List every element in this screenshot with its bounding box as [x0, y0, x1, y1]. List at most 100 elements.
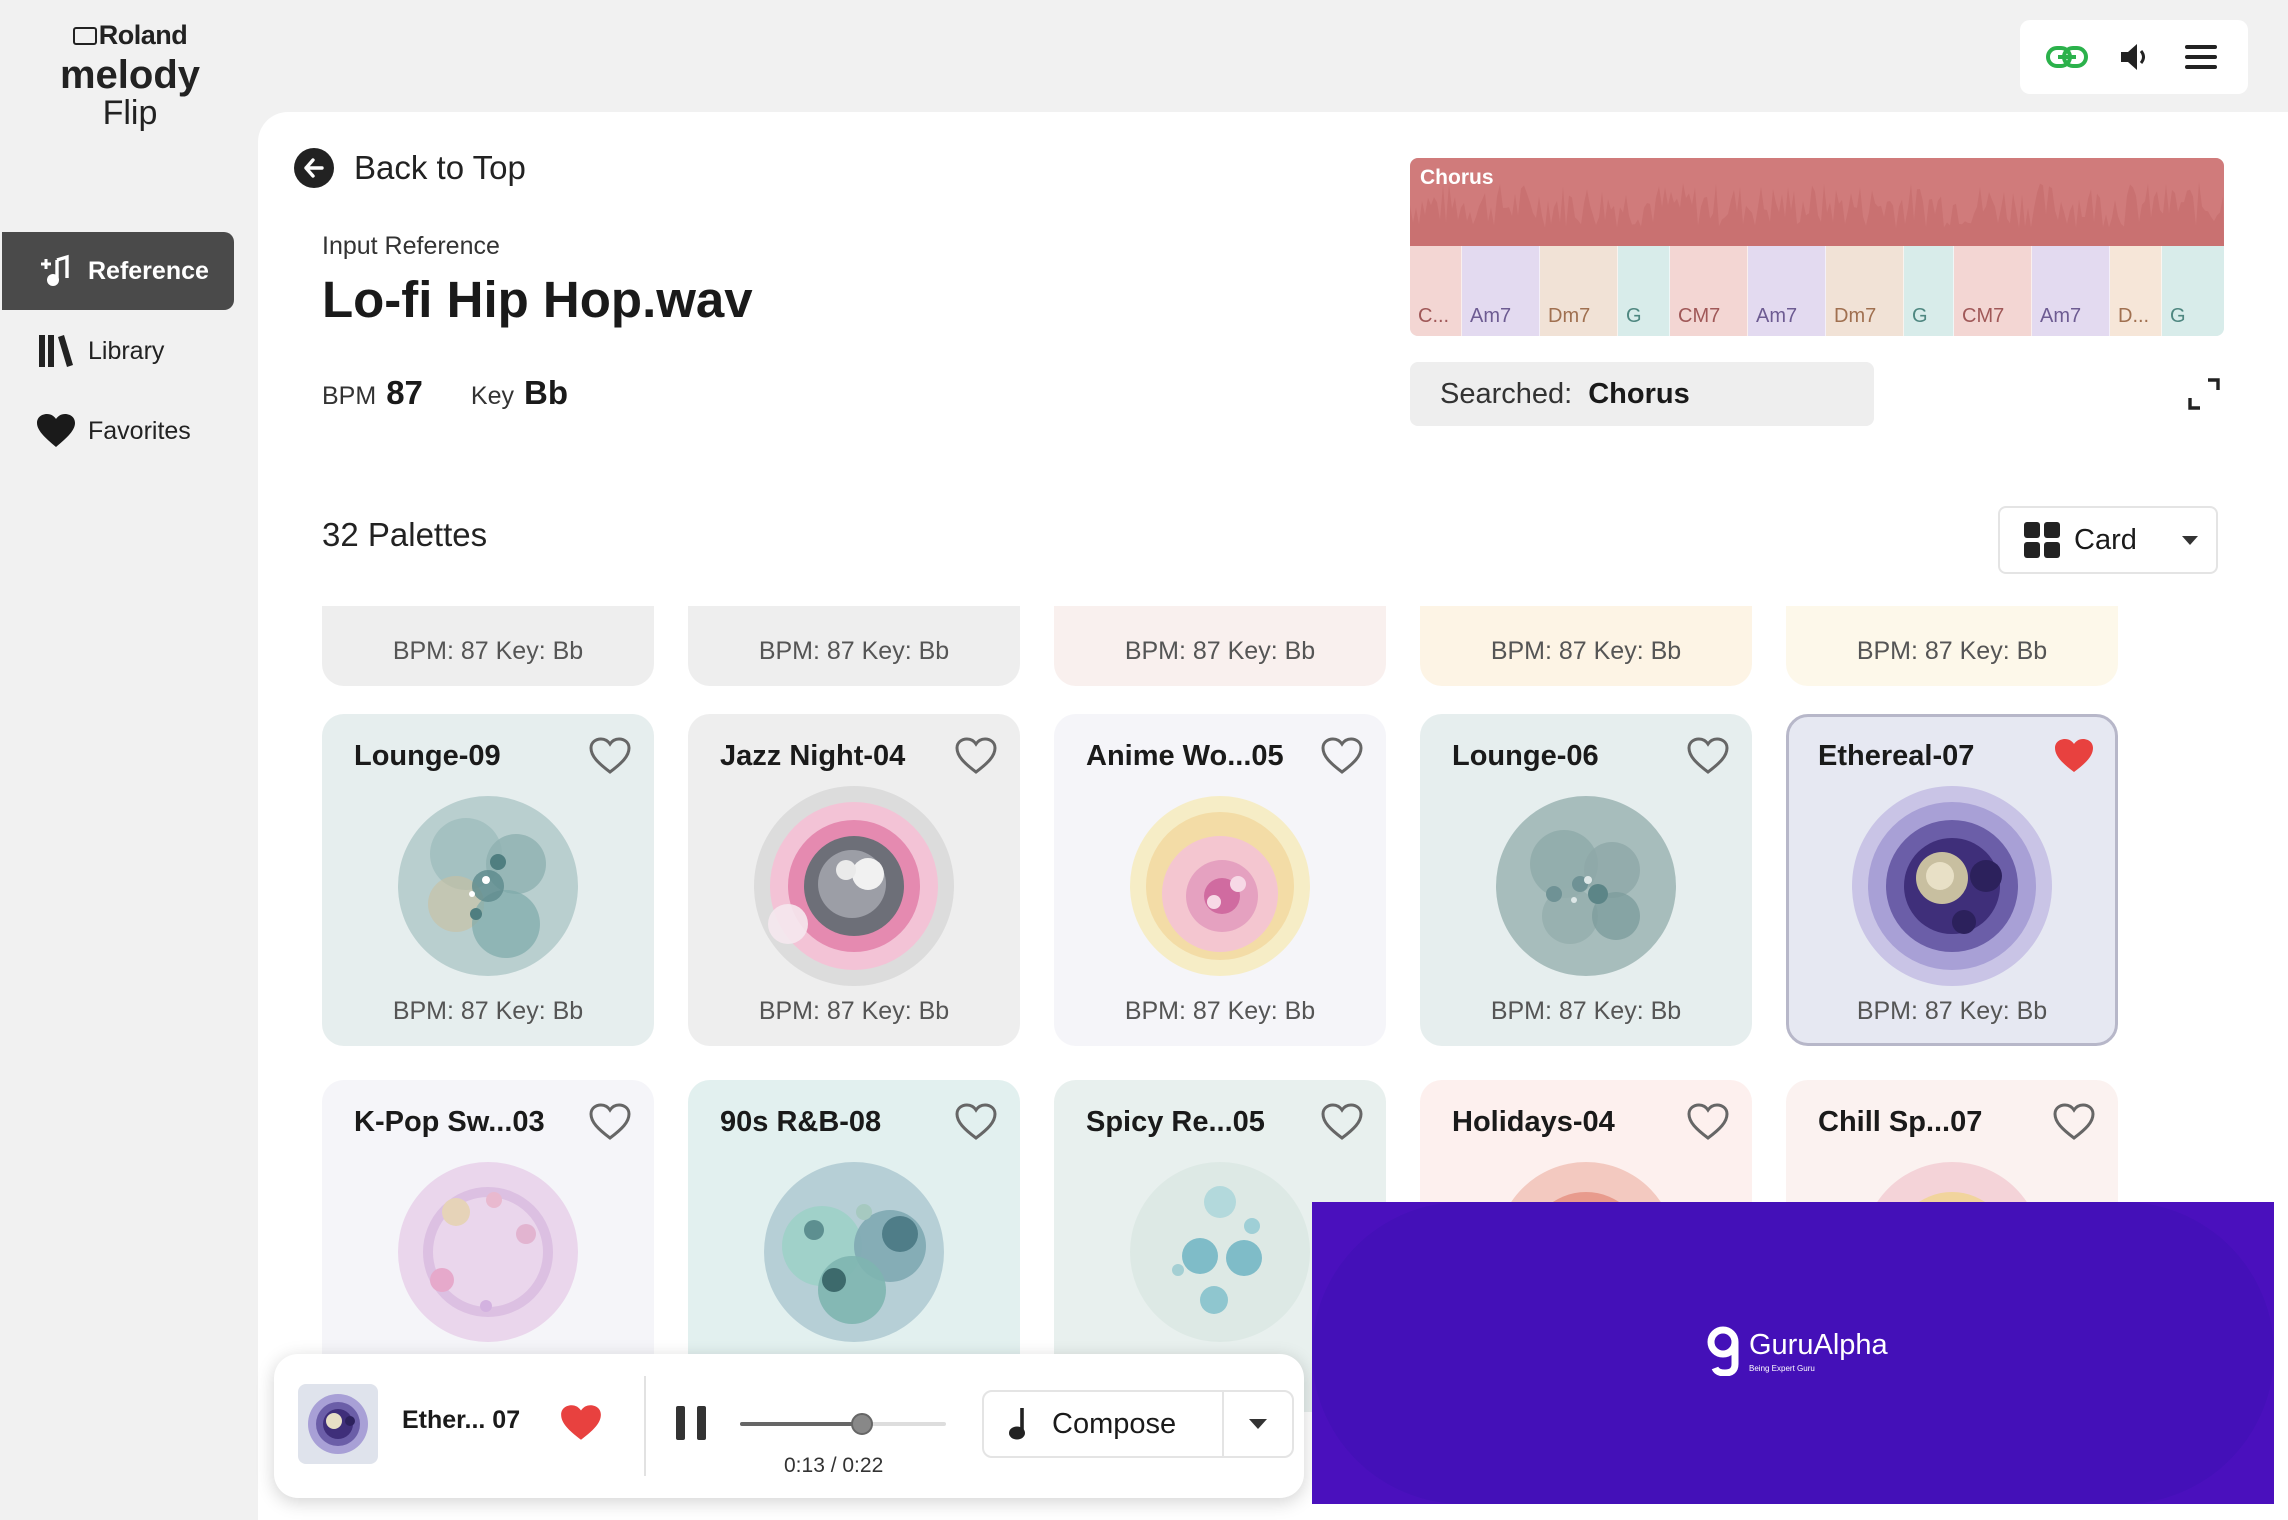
palette-card[interactable]: BPM: 87 Key: Bb — [1786, 606, 2118, 686]
chord-segment[interactable]: CM7 — [1670, 246, 1748, 336]
back-label: Back to Top — [354, 149, 526, 186]
heart-filled-icon[interactable] — [2052, 736, 2096, 776]
playback-time: 0:13 / 0:22 — [784, 1454, 884, 1477]
palette-card[interactable]: BPM: 87 Key: Bb — [322, 606, 654, 686]
heart-outline-icon[interactable] — [588, 1102, 632, 1142]
palette-meta: BPM: 87 Key: Bb — [1124, 637, 1316, 665]
palette-title: Anime Wo...05 — [1086, 740, 1284, 772]
heart-outline-icon[interactable] — [1686, 1102, 1730, 1142]
key-label: Key — [470, 382, 514, 410]
playback-progress-handle[interactable] — [850, 1413, 873, 1435]
compose-split-button: Compose — [982, 1390, 1294, 1458]
chord-segment[interactable]: Dm7 — [1826, 246, 1904, 336]
now-playing-artwork[interactable] — [298, 1384, 378, 1464]
palette-meta: BPM: 87 Key: Bb — [1856, 637, 2048, 665]
palette-title: Lounge-09 — [354, 740, 501, 772]
palette-artwork — [1852, 786, 2052, 986]
palette-title: Chill Sp...07 — [1818, 1106, 1983, 1138]
speaker-icon[interactable] — [2112, 35, 2156, 79]
chord-segment[interactable]: Dm7 — [1540, 246, 1618, 336]
chord-segment[interactable]: G — [1904, 246, 1954, 336]
reference-file-name: Lo-fi Hip Hop.wav — [322, 271, 753, 328]
logo-brand: Roland — [98, 20, 188, 50]
playback-progress-slider[interactable] — [740, 1413, 946, 1435]
gurualpha-logo-icon — [1707, 1326, 1739, 1376]
heart-outline-icon[interactable] — [1686, 736, 1730, 776]
chord-segment[interactable]: CM7 — [1954, 246, 2032, 336]
chevron-down-icon — [2182, 536, 2198, 545]
link-icon[interactable] — [2045, 35, 2089, 79]
chord-segment[interactable]: Am7 — [1462, 246, 1540, 336]
palette-card-selected[interactable]: Ethereal-07 BPM: 87 Key: Bb — [1786, 714, 2118, 1046]
heart-outline-icon[interactable] — [588, 736, 632, 776]
palette-artwork — [1130, 796, 1310, 976]
reference-waveform[interactable]: Chorus C... Am7 Dm7 G CM7 Am7 Dm7 G CM7 … — [1410, 158, 2224, 336]
back-to-top-link[interactable]: Back to Top — [294, 148, 526, 188]
heart-outline-icon[interactable] — [954, 1102, 998, 1142]
advertiser-name: GuruAlpha — [1749, 1329, 1888, 1361]
view-mode-select[interactable]: Card — [1998, 506, 2218, 574]
sidebar-nav: Reference Library Favorites — [2, 232, 234, 472]
music-note-icon — [1009, 1408, 1025, 1440]
menu-icon[interactable] — [2179, 35, 2223, 79]
palette-title: 90s R&B-08 — [720, 1106, 882, 1138]
playback-progress-fill — [740, 1422, 862, 1426]
sidebar-item-reference[interactable]: Reference — [2, 232, 234, 310]
palette-card[interactable]: Lounge-09 BPM: 87 Key: Bb — [322, 714, 654, 1046]
logo-product-melody: melody — [59, 53, 201, 97]
chord-segment[interactable]: Am7 — [1748, 246, 1826, 336]
chord-segment[interactable]: G — [2162, 246, 2224, 336]
library-icon — [36, 333, 76, 369]
music-add-icon — [36, 254, 76, 288]
palette-artwork — [398, 796, 578, 976]
palette-meta: BPM: 87 Key: Bb — [1490, 637, 1682, 665]
expand-icon[interactable] — [2186, 376, 2222, 412]
palette-title: Spicy Re...05 — [1086, 1106, 1265, 1138]
searched-label: Searched: — [1440, 377, 1573, 410]
sidebar-item-favorites[interactable]: Favorites — [2, 392, 234, 470]
compose-button[interactable]: Compose — [984, 1392, 1224, 1456]
top-toolbar — [2020, 20, 2248, 94]
logo-product-flip: Flip — [102, 94, 158, 132]
player-divider — [644, 1376, 646, 1476]
palette-meta: BPM: 87 Key: Bb — [1490, 997, 1682, 1025]
palette-meta: BPM: 87 Key: Bb — [758, 997, 950, 1025]
palette-meta: BPM: 87 Key: Bb — [1856, 997, 2048, 1025]
palette-artwork — [1496, 796, 1676, 976]
heart-outline-icon[interactable] — [1320, 736, 1364, 776]
chord-segment[interactable]: D... — [2110, 246, 2162, 336]
advertisement-banner[interactable]: GuruAlpha Being Expert Guru — [1312, 1202, 2274, 1504]
pause-icon[interactable] — [676, 1406, 706, 1440]
heart-outline-icon[interactable] — [954, 736, 998, 776]
bpm-value: 87 — [386, 374, 423, 411]
advertiser-logo: GuruAlpha Being Expert Guru — [1707, 1326, 1888, 1376]
bpm-label: BPM — [322, 382, 377, 410]
grid-view-icon — [2024, 522, 2060, 558]
palette-title: K-Pop Sw...03 — [354, 1106, 545, 1138]
palette-meta: BPM: 87 Key: Bb — [758, 637, 950, 665]
palette-card[interactable]: Lounge-06 BPM: 87 Key: Bb — [1420, 714, 1752, 1046]
palette-card[interactable]: Jazz Night-04 BPM: 87 Key: Bb — [688, 714, 1020, 1046]
section-label: Chorus — [1420, 166, 1494, 189]
palette-meta: BPM: 87 Key: Bb — [392, 637, 584, 665]
palette-count: 32 Palettes — [322, 516, 488, 553]
palette-card[interactable]: Anime Wo...05 BPM: 87 Key: Bb — [1054, 714, 1386, 1046]
palette-card[interactable]: BPM: 87 Key: Bb — [688, 606, 1020, 686]
chord-segment[interactable]: Am7 — [2032, 246, 2110, 336]
palette-artwork — [1130, 1162, 1310, 1342]
view-mode-label: Card — [2074, 523, 2137, 556]
sidebar-item-label: Reference — [88, 256, 209, 285]
heart-outline-icon[interactable] — [2052, 1102, 2096, 1142]
chord-segment[interactable]: C... — [1410, 246, 1462, 336]
chord-segment[interactable]: G — [1618, 246, 1670, 336]
app-logo: Roland melody Flip — [0, 20, 260, 131]
palette-title: Jazz Night-04 — [720, 740, 906, 772]
sidebar-item-library[interactable]: Library — [2, 312, 234, 390]
heart-icon — [36, 413, 76, 449]
heart-filled-icon[interactable] — [558, 1402, 604, 1444]
palette-card[interactable]: BPM: 87 Key: Bb — [1420, 606, 1752, 686]
heart-outline-icon[interactable] — [1320, 1102, 1364, 1142]
compose-dropdown-toggle[interactable] — [1224, 1419, 1292, 1429]
palette-card[interactable]: BPM: 87 Key: Bb — [1054, 606, 1386, 686]
palette-title: Holidays-04 — [1452, 1106, 1615, 1138]
